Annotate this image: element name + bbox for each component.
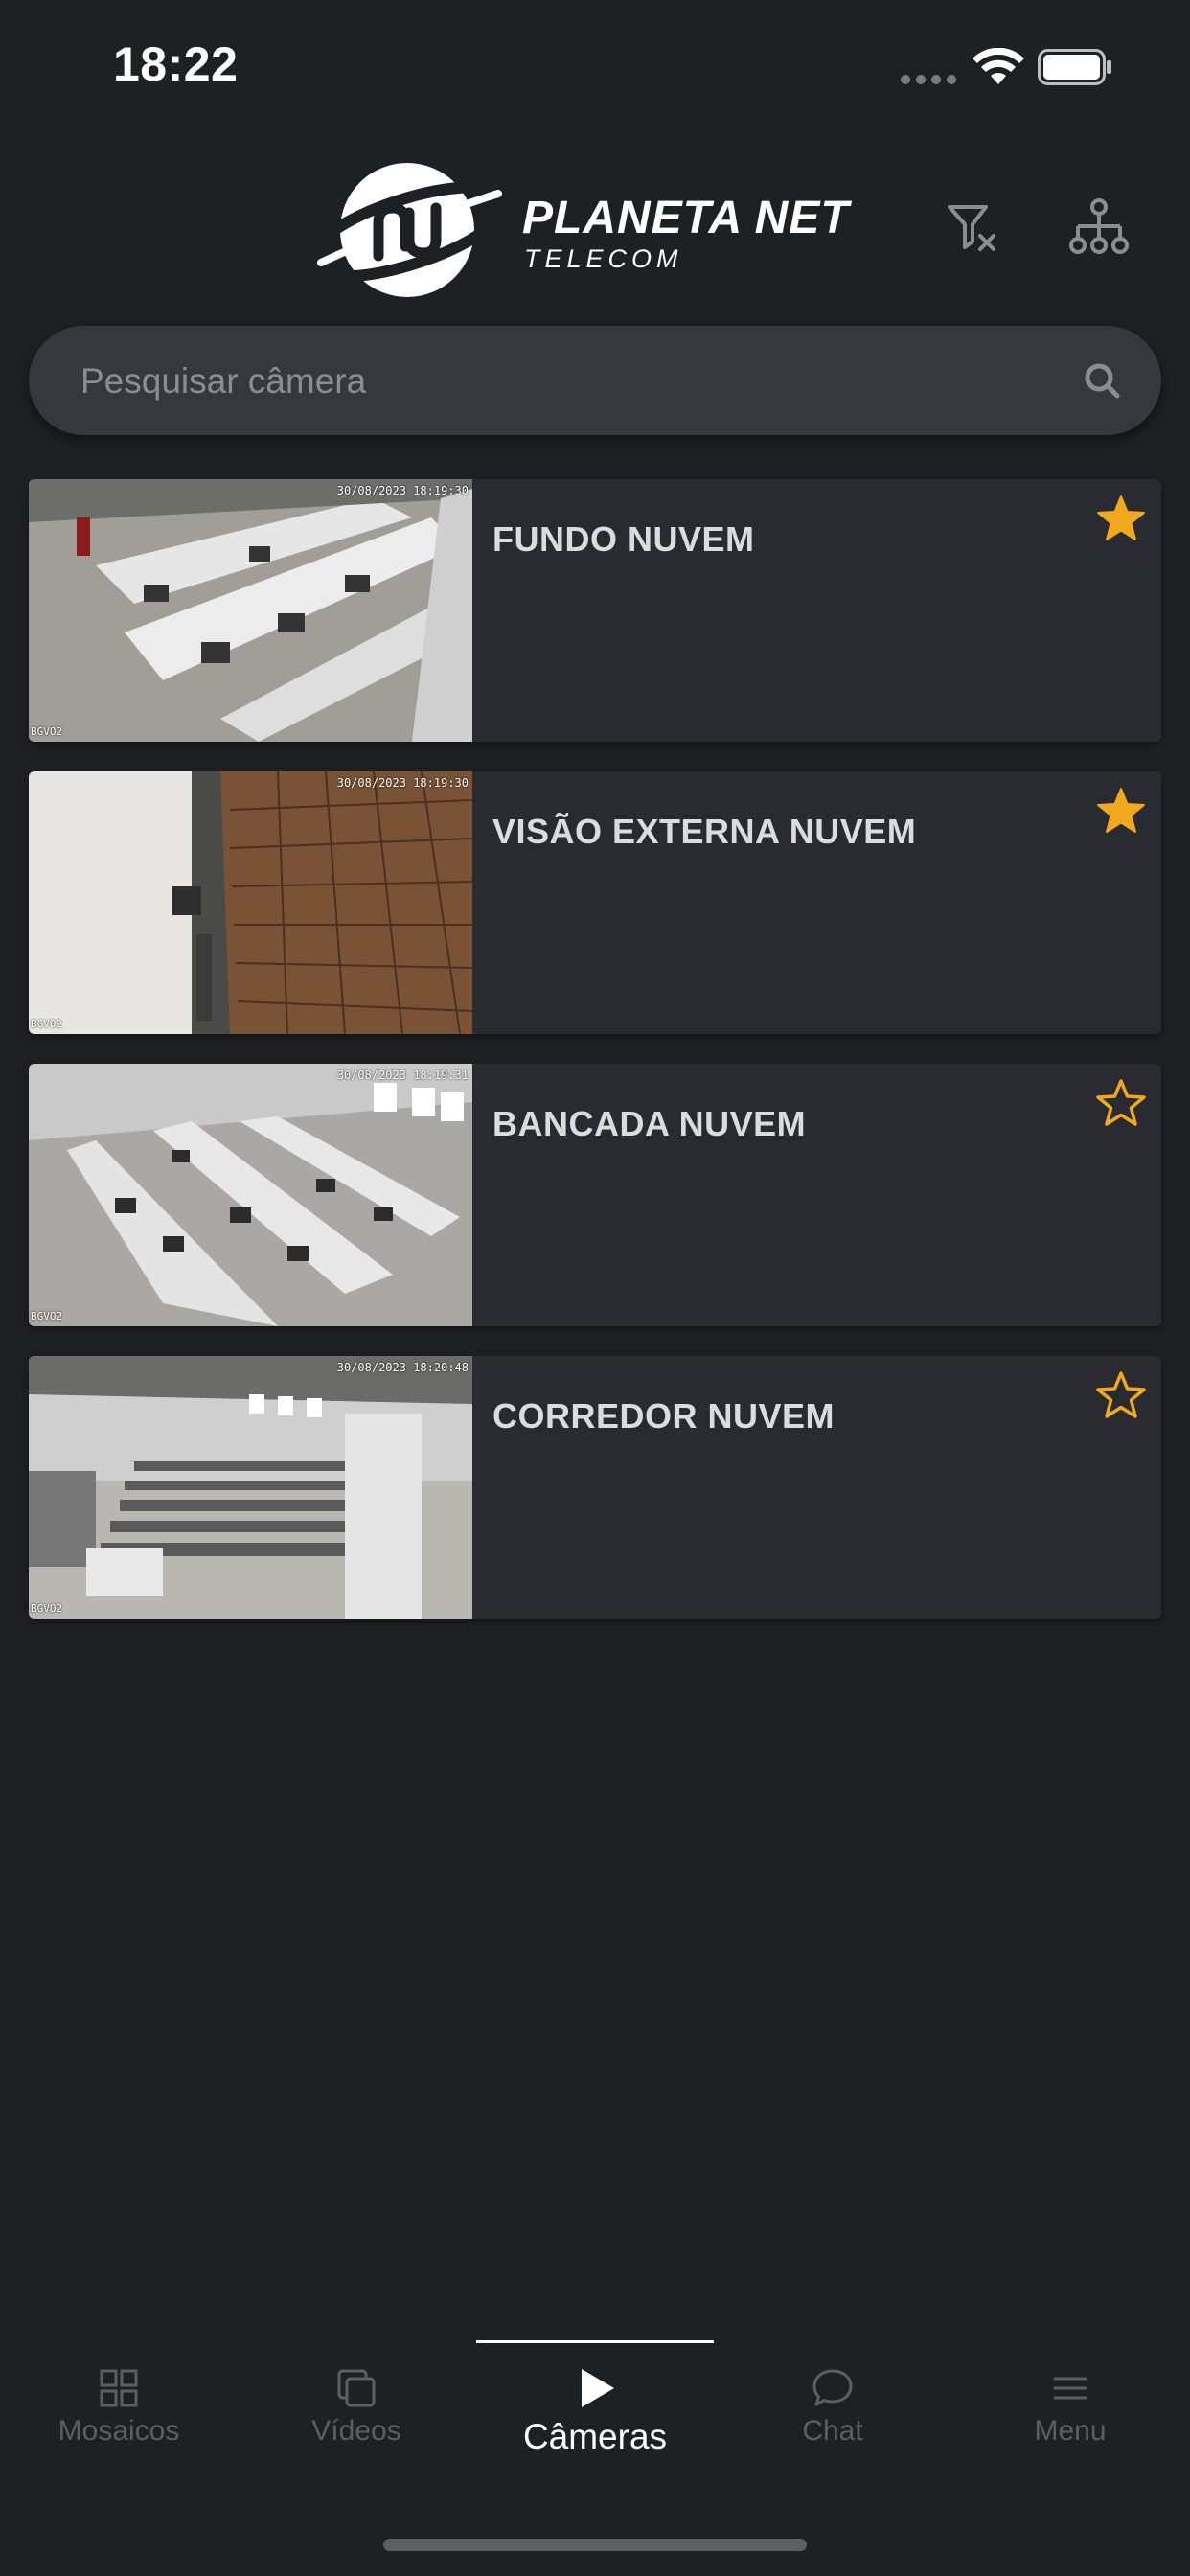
camera-name: CORREDOR NUVEM xyxy=(492,1396,835,1436)
camera-tag: BGVO2 xyxy=(31,1310,63,1322)
planet-logo-icon xyxy=(302,163,513,297)
camera-preview-image xyxy=(29,771,472,1034)
camera-card[interactable]: 30/08/2023 18:19:30 BGVO2 VISÃO EXTERNA … xyxy=(29,771,1161,1034)
search-bar[interactable] xyxy=(29,326,1161,437)
star-outline-icon[interactable] xyxy=(1094,1077,1148,1131)
bottom-tab-bar: Mosaicos Vídeos Câmeras Chat Menu xyxy=(0,2329,1190,2463)
tab-label: Chat xyxy=(802,2415,863,2447)
camera-preview-image xyxy=(29,479,472,742)
cellular-signal-icon xyxy=(901,75,956,84)
hierarchy-icon[interactable] xyxy=(1068,197,1130,259)
tab-label: Câmeras xyxy=(522,2417,668,2456)
camera-timestamp: 30/08/2023 18:19:30 xyxy=(336,484,469,497)
camera-card[interactable]: 30/08/2023 18:19:30 BGVO2 FUNDO NUVEM xyxy=(29,479,1161,742)
chat-icon xyxy=(812,2369,853,2406)
tab-mosaicos[interactable]: Mosaicos xyxy=(0,2367,238,2472)
camera-timestamp: 30/08/2023 18:19:30 xyxy=(336,776,469,790)
camera-name: BANCADA NUVEM xyxy=(492,1104,807,1143)
play-icon xyxy=(582,2369,614,2407)
tab-chat[interactable]: Chat xyxy=(714,2367,951,2472)
tab-cameras[interactable]: Câmeras xyxy=(476,2367,714,2472)
camera-card[interactable]: 30/08/2023 18:20:48 BGVO2 CORREDOR NUVEM xyxy=(29,1356,1161,1619)
search-icon[interactable] xyxy=(1083,361,1121,400)
brand-subtitle: TELECOM xyxy=(524,244,683,273)
camera-thumbnail[interactable]: 30/08/2023 18:19:30 BGVO2 xyxy=(29,479,472,742)
brand-name: PLANETA NET xyxy=(522,193,850,243)
camera-card[interactable]: 30/08/2023 18:19:31 BGVO2 BANCADA NUVEM xyxy=(29,1064,1161,1326)
camera-tag: BGVO2 xyxy=(31,1018,63,1030)
camera-timestamp: 30/08/2023 18:20:48 xyxy=(336,1361,469,1374)
camera-list: 30/08/2023 18:19:30 BGVO2 FUNDO NUVEM 30… xyxy=(29,479,1161,1648)
camera-tag: BGVO2 xyxy=(31,725,63,738)
camera-name: FUNDO NUVEM xyxy=(492,519,755,559)
battery-icon xyxy=(1038,49,1111,85)
tab-label: Menu xyxy=(1034,2415,1107,2447)
status-time: 18:22 xyxy=(113,37,239,91)
clear-filter-button[interactable] xyxy=(944,199,1001,257)
wifi-icon xyxy=(973,48,1024,84)
camera-thumbnail[interactable]: 30/08/2023 18:19:30 BGVO2 xyxy=(29,771,472,1034)
tab-label: Mosaicos xyxy=(57,2415,180,2447)
camera-thumbnail[interactable]: 30/08/2023 18:19:31 BGVO2 xyxy=(29,1064,472,1326)
planeta-net-logo: PLANETA NET TELECOM xyxy=(302,155,896,299)
star-filled-icon[interactable] xyxy=(1094,493,1148,546)
app-header: PLANETA NET TELECOM xyxy=(0,144,1190,307)
search-input[interactable] xyxy=(79,326,1041,437)
camera-tag: BGVO2 xyxy=(31,1602,63,1615)
tab-label: Vídeos xyxy=(311,2415,401,2447)
tab-videos[interactable]: Vídeos xyxy=(238,2367,475,2472)
status-bar: 18:22 xyxy=(0,0,1190,134)
camera-preview-image xyxy=(29,1356,472,1619)
camera-preview-image xyxy=(29,1064,472,1326)
videos-icon xyxy=(337,2369,376,2407)
star-filled-icon[interactable] xyxy=(1094,785,1148,839)
active-tab-indicator xyxy=(476,2340,714,2343)
grid-icon xyxy=(100,2369,138,2407)
camera-thumbnail[interactable]: 30/08/2023 18:20:48 BGVO2 xyxy=(29,1356,472,1619)
home-indicator xyxy=(383,2539,807,2551)
star-outline-icon[interactable] xyxy=(1094,1369,1148,1423)
camera-timestamp: 30/08/2023 18:19:31 xyxy=(336,1069,469,1082)
menu-icon xyxy=(1053,2377,1087,2400)
tab-menu[interactable]: Menu xyxy=(951,2367,1189,2472)
camera-name: VISÃO EXTERNA NUVEM xyxy=(492,812,917,851)
